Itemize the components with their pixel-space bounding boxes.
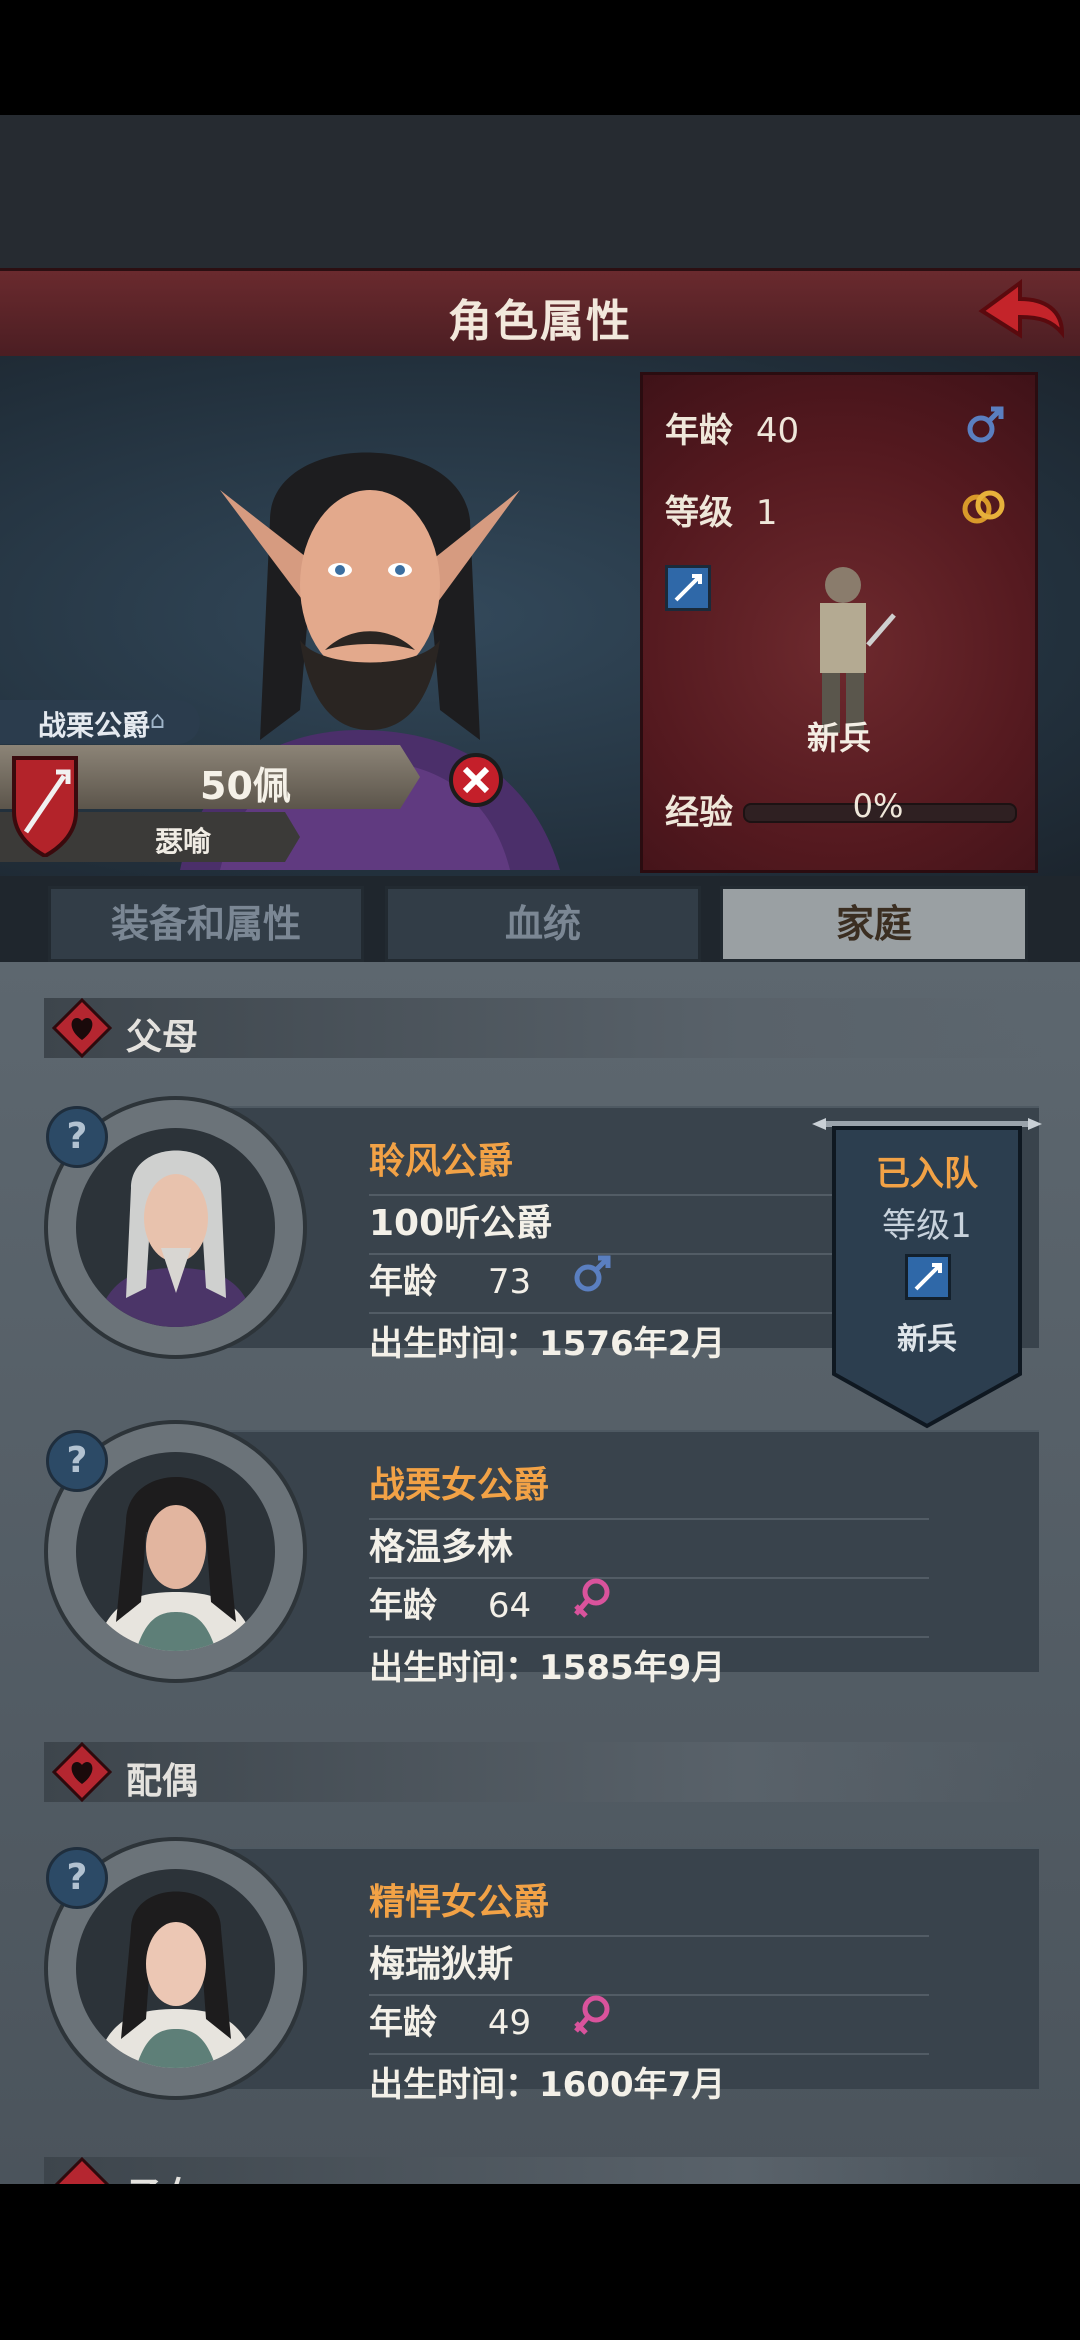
- xp-label: 经验: [665, 793, 733, 833]
- member-age-row: 年龄 73: [369, 1254, 531, 1303]
- family-member-card[interactable]: ? 战栗女公爵 格温多林 年龄 64 出生时间：1585年9月: [44, 1420, 1039, 1688]
- character-name: 瑟喻: [155, 825, 212, 858]
- age-value: 64: [487, 1586, 532, 1626]
- member-title: 精悍女公爵: [369, 1882, 550, 1923]
- member-title: 聆风公爵: [369, 1141, 514, 1182]
- pennant-unit: 新兵: [897, 1322, 957, 1357]
- level-value: 1: [755, 493, 778, 533]
- sword-class-icon: [905, 1254, 951, 1300]
- game-screen: 角色属性 年龄 40 等级 1 新兵 经验 0% 战栗公爵 ⌂ 50佩 瑟喻 装…: [0, 0, 1080, 2340]
- male-icon: [967, 406, 1004, 443]
- title-banner: 战栗公爵 ⌂: [0, 700, 200, 744]
- female-icon: [574, 1995, 610, 2035]
- shield-crest-icon: [12, 756, 78, 857]
- section-spouse: 配偶: [44, 1742, 1044, 1802]
- tab-bloodline[interactable]: 血统: [385, 886, 701, 962]
- heart-icon: [52, 1742, 112, 1802]
- member-birth: 出生时间：1600年7月: [369, 2065, 726, 2105]
- member-name: 100听公爵: [369, 1203, 553, 1244]
- tab-bar: 装备和属性 血统 家庭: [0, 876, 1080, 962]
- heart-icon: [54, 2157, 110, 2184]
- level-label: 等级: [665, 493, 733, 533]
- age-label: 年龄: [665, 411, 733, 451]
- heart-icon: [52, 998, 112, 1058]
- xp-row: 经验: [665, 785, 733, 834]
- status-bar-area: [0, 0, 1080, 115]
- spouse-portrait: [96, 1891, 256, 2068]
- family-member-card[interactable]: ? 精悍女公爵 梅瑞狄斯 年龄 49 出生时间：1600年7月: [44, 1837, 1039, 2105]
- section-parents: 父母: [44, 998, 1044, 1058]
- section-children-title: 子女: [126, 2167, 198, 2184]
- member-name: 格温多林: [369, 1527, 514, 1568]
- close-icon[interactable]: [448, 752, 504, 808]
- age-value: 73: [487, 1262, 532, 1302]
- pennant-status: 已入队: [876, 1154, 978, 1194]
- age-label: 年龄: [369, 1586, 437, 1626]
- gold-amount: 50佩: [200, 764, 291, 808]
- divider: [369, 2053, 929, 2055]
- back-arrow-icon[interactable]: [976, 277, 1066, 351]
- elder-portrait: [96, 1150, 256, 1327]
- woman-portrait: [96, 1477, 256, 1651]
- character-title: 战栗公爵: [38, 709, 151, 742]
- male-icon: [574, 1255, 611, 1292]
- age-label: 年龄: [369, 1262, 437, 1302]
- rank-up-icon: ⌂: [150, 706, 166, 734]
- member-age-row: 年龄 64: [369, 1578, 531, 1627]
- member-age-row: 年龄 49: [369, 1995, 531, 2044]
- rings-icon: [962, 490, 1005, 524]
- age-label: 年龄: [369, 2003, 437, 2043]
- member-birth: 出生时间：1585年9月: [369, 1648, 726, 1688]
- status-pennant: 已入队 等级1 新兵: [812, 1114, 1042, 1434]
- level-row: 等级 1: [665, 485, 777, 534]
- section-parents-title: 父母: [126, 1017, 199, 1058]
- female-icon: [574, 1578, 610, 1618]
- age-value: 49: [487, 2003, 532, 2043]
- sword-class-icon: [665, 565, 711, 611]
- stats-card: 年龄 40 等级 1 新兵 经验 0%: [640, 372, 1038, 873]
- pennant-level: 等级1: [882, 1206, 972, 1246]
- member-birth: 出生时间：1576年2月: [369, 1324, 726, 1364]
- divider: [369, 1636, 929, 1638]
- tab-family[interactable]: 家庭: [720, 886, 1028, 962]
- help-icon[interactable]: ?: [46, 1430, 108, 1492]
- age-value: 40: [755, 411, 800, 451]
- xp-value: 0%: [852, 787, 904, 825]
- age-row: 年龄 40: [665, 403, 799, 452]
- section-spouse-title: 配偶: [126, 1761, 199, 1802]
- unit-class-label: 新兵: [806, 719, 871, 757]
- help-icon[interactable]: ?: [46, 1847, 108, 1909]
- top-dark-band: [0, 115, 1080, 270]
- tab-equipment[interactable]: 装备和属性: [48, 886, 364, 962]
- section-children: 子女: [44, 2157, 1044, 2184]
- page-title: 角色属性: [448, 296, 632, 347]
- help-icon[interactable]: ?: [46, 1106, 108, 1168]
- bottom-black-bar: [0, 2184, 1080, 2340]
- member-title: 战栗女公爵: [369, 1465, 550, 1506]
- header-bar: 角色属性: [0, 268, 1080, 363]
- member-name: 梅瑞狄斯: [369, 1944, 514, 1985]
